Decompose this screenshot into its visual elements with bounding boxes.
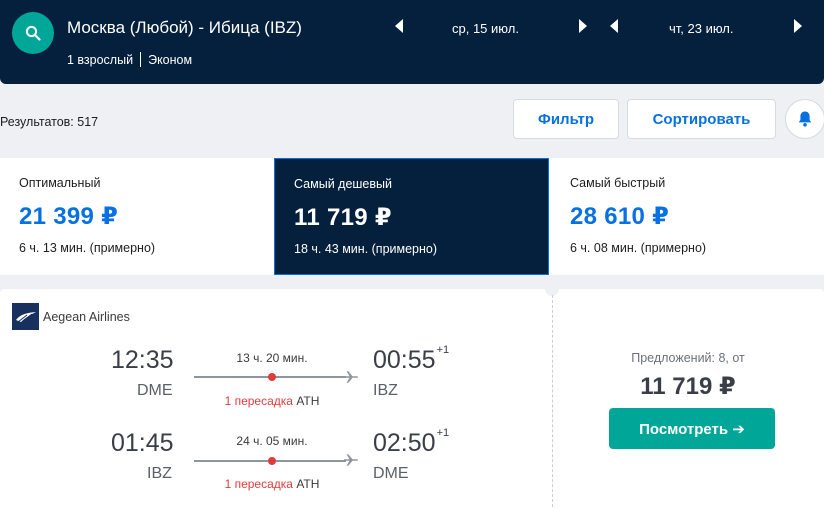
filter-button[interactable]: Фильтр	[513, 99, 619, 139]
leg1-arrival-time: 00:55+1	[373, 344, 450, 375]
plane-icon	[344, 454, 359, 466]
leg1-duration: 13 ч. 20 мин.	[236, 351, 308, 365]
leg1-stops-count: 1 пересадка	[224, 394, 293, 408]
return-date-next-button[interactable]	[791, 18, 805, 34]
card-divider	[552, 295, 553, 507]
leg1-arrival-time-text: 00:55	[373, 346, 436, 374]
return-date[interactable]: чт, 23 июл.	[669, 18, 734, 38]
leg1-departure-code: DME	[137, 382, 173, 399]
leg1-stops: 1 пересадка ATH	[192, 394, 352, 408]
leg2-departure-code: IBZ	[147, 465, 172, 482]
leg2-stops: 1 пересадка ATH	[192, 477, 352, 491]
tab-optimal[interactable]: Оптимальный 21 399 ₽ 6 ч. 13 мин. (приме…	[0, 158, 274, 275]
leg2-stop-airport: ATH	[296, 477, 320, 491]
leg2-arrival-time-text: 02:50	[373, 429, 436, 457]
leg2-stop-dot	[268, 457, 276, 465]
depart-date-next-button[interactable]	[576, 18, 590, 34]
depart-date-prev-button[interactable]	[392, 18, 406, 34]
triangle-left-icon	[395, 19, 403, 33]
route-title[interactable]: Москва (Любой) - Ибица (IBZ)	[67, 18, 302, 38]
passenger-summary[interactable]: 1 взрослый Эконом	[67, 52, 192, 67]
tab-label: Самый быстрый	[570, 176, 666, 190]
tab-price: 11 719 ₽	[294, 204, 392, 231]
sort-button[interactable]: Сортировать	[627, 99, 776, 139]
tab-duration: 18 ч. 43 мин. (примерно)	[294, 242, 438, 256]
tab-duration: 6 ч. 08 мин. (примерно)	[570, 241, 707, 255]
result-price: 11 719 ₽	[640, 373, 736, 400]
depart-date[interactable]: ср, 15 июл.	[452, 18, 519, 38]
tab-label: Самый дешевый	[294, 177, 392, 191]
price-alert-button[interactable]	[785, 99, 824, 139]
leg2-duration: 24 ч. 05 мин.	[236, 434, 308, 448]
search-button[interactable]	[12, 12, 54, 54]
tab-cheapest[interactable]: Самый дешевый 11 719 ₽ 18 ч. 43 мин. (пр…	[274, 158, 549, 275]
airline-logo-icon	[12, 303, 39, 330]
triangle-left-icon	[610, 19, 618, 33]
leg1-stop-airport: ATH	[296, 394, 320, 408]
view-deal-button[interactable]: Посмотреть ➔	[609, 408, 775, 449]
leg1-arrival-code: IBZ	[373, 382, 398, 399]
tab-label: Оптимальный	[19, 176, 101, 190]
search-header: Москва (Любой) - Ибица (IBZ) 1 взрослый …	[0, 0, 824, 84]
offers-count: Предложений: 8, от	[631, 351, 745, 365]
triangle-right-icon	[794, 19, 802, 33]
tab-fastest[interactable]: Самый быстрый 28 610 ₽ 6 ч. 08 мин. (при…	[549, 158, 824, 275]
ticket-notch	[545, 282, 559, 296]
airline-name: Aegean Airlines	[43, 309, 130, 324]
return-date-prev-button[interactable]	[607, 18, 621, 34]
tab-duration: 6 ч. 13 мин. (примерно)	[19, 241, 156, 255]
separator	[140, 52, 142, 67]
leg2-day-offset: +1	[436, 427, 450, 439]
triangle-right-icon	[579, 19, 587, 33]
leg1-stop-dot	[268, 373, 276, 381]
passengers-label: 1 взрослый	[67, 52, 134, 67]
airline-info: Aegean Airlines	[12, 303, 130, 330]
leg1-day-offset: +1	[436, 344, 450, 356]
bell-icon	[798, 111, 812, 127]
search-icon	[25, 25, 41, 41]
leg2-stops-count: 1 пересадка	[224, 477, 293, 491]
leg2-arrival-time: 02:50+1	[373, 427, 450, 458]
tab-price: 21 399 ₽	[19, 203, 119, 230]
leg1-departure-time: 12:35	[111, 346, 174, 374]
tab-price: 28 610 ₽	[570, 203, 670, 230]
cabin-label: Эконом	[148, 52, 193, 67]
sort-tabs: Оптимальный 21 399 ₽ 6 ч. 13 мин. (приме…	[0, 158, 824, 275]
leg2-arrival-code: DME	[373, 465, 409, 482]
plane-icon	[344, 371, 359, 383]
results-count: Результатов: 517	[0, 115, 99, 129]
leg2-departure-time: 01:45	[111, 429, 174, 457]
